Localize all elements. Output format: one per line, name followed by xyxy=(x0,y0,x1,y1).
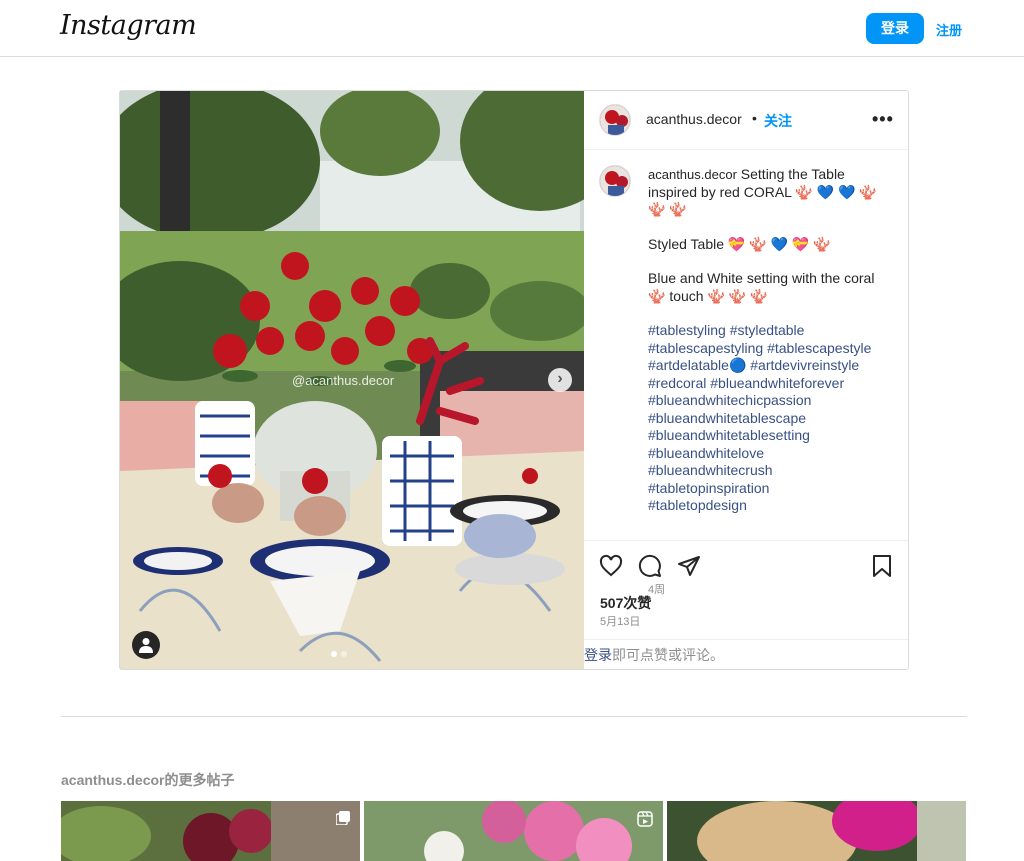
carousel-indicators xyxy=(331,651,347,657)
caption-username[interactable]: acanthus.decor xyxy=(648,167,737,182)
bookmark-icon[interactable] xyxy=(871,554,893,578)
hashtag-line[interactable]: #tabletopdesign xyxy=(648,497,888,515)
hashtag-list: #tablestyling #styledtable #tablescapest… xyxy=(648,322,888,515)
hashtag-line[interactable]: #blueandwhitetablescape xyxy=(648,410,888,428)
hashtag-line[interactable]: #blueandwhitechicpassion xyxy=(648,392,888,410)
hashtag-line[interactable]: #blueandwhitelove xyxy=(648,445,888,463)
photo-watermark: @acanthus.decor xyxy=(292,373,395,388)
post-photo[interactable]: @acanthus.decor › xyxy=(120,91,584,669)
more-post-thumbnail[interactable] xyxy=(364,801,663,861)
hashtag-line[interactable]: #redcoral #blueandwhiteforever xyxy=(648,375,888,393)
post-sidebar: acanthus.decor • 关注 ••• acanthus.decor S… xyxy=(584,91,908,669)
hashtag-line[interactable]: #artdelatable🔵 #artdevivreinstyle xyxy=(648,357,888,375)
like-count[interactable]: 507次赞 xyxy=(600,593,651,613)
reels-icon xyxy=(637,811,653,827)
instagram-logo[interactable]: Instagram xyxy=(60,10,197,41)
login-button[interactable]: 登录 xyxy=(866,13,924,44)
author-username[interactable]: acanthus.decor xyxy=(646,111,742,127)
caption-section: acanthus.decor Setting the Table inspire… xyxy=(584,151,908,596)
hashtag-line[interactable]: #tabletopinspiration xyxy=(648,480,888,498)
login-prompt-link[interactable]: 登录 xyxy=(584,647,612,663)
hashtag-line[interactable]: #tablescapestyling #tablescapestyle xyxy=(648,340,888,358)
next-photo-button[interactable]: › xyxy=(548,368,572,392)
signup-link[interactable]: 注册 xyxy=(936,20,962,39)
caption-text: acanthus.decor Setting the Table inspire… xyxy=(648,166,888,515)
author-avatar[interactable] xyxy=(599,104,631,136)
more-options-icon[interactable]: ••• xyxy=(872,109,894,130)
section-divider xyxy=(61,716,967,717)
more-posts-grid xyxy=(61,801,967,861)
login-prompt-text: 即可点赞或评论。 xyxy=(612,647,724,663)
follow-button[interactable]: 关注 xyxy=(764,111,792,131)
more-posts-title[interactable]: acanthus.decor的更多帖子 xyxy=(61,770,234,790)
post-card: @acanthus.decor › acanthus.decor • 关注 ••… xyxy=(119,90,909,670)
top-nav-bar: Instagram 登录 注册 xyxy=(0,0,1024,57)
tagged-users-button[interactable] xyxy=(132,631,160,659)
hashtag-line[interactable]: #blueandwhitetablesetting xyxy=(648,427,888,445)
hashtag-line[interactable]: #tablestyling #styledtable xyxy=(648,322,888,340)
heart-icon[interactable] xyxy=(599,554,623,578)
separator-dot: • xyxy=(752,110,757,126)
multiple-photos-icon xyxy=(336,811,350,825)
caption-line-3: Blue and White setting with the coral 🪸 … xyxy=(648,270,875,304)
person-icon xyxy=(139,638,153,653)
more-post-thumbnail[interactable] xyxy=(61,801,360,861)
comment-icon[interactable] xyxy=(638,554,662,578)
post-actions xyxy=(584,540,908,590)
hashtag-line[interactable]: #blueandwhitecrush xyxy=(648,462,888,480)
more-post-thumbnail[interactable] xyxy=(667,801,966,861)
carousel-dot xyxy=(341,651,347,657)
login-prompt: 登录即可点赞或评论。 xyxy=(584,639,908,669)
carousel-dot xyxy=(331,651,337,657)
paper-plane-icon[interactable] xyxy=(677,554,701,578)
caption-line-2: Styled Table 💝 🪸 💙 💝 🪸 xyxy=(648,235,831,252)
caption-avatar[interactable] xyxy=(599,165,631,197)
post-date[interactable]: 5月13日 xyxy=(600,613,640,629)
post-header: acanthus.decor • 关注 ••• xyxy=(584,91,908,150)
